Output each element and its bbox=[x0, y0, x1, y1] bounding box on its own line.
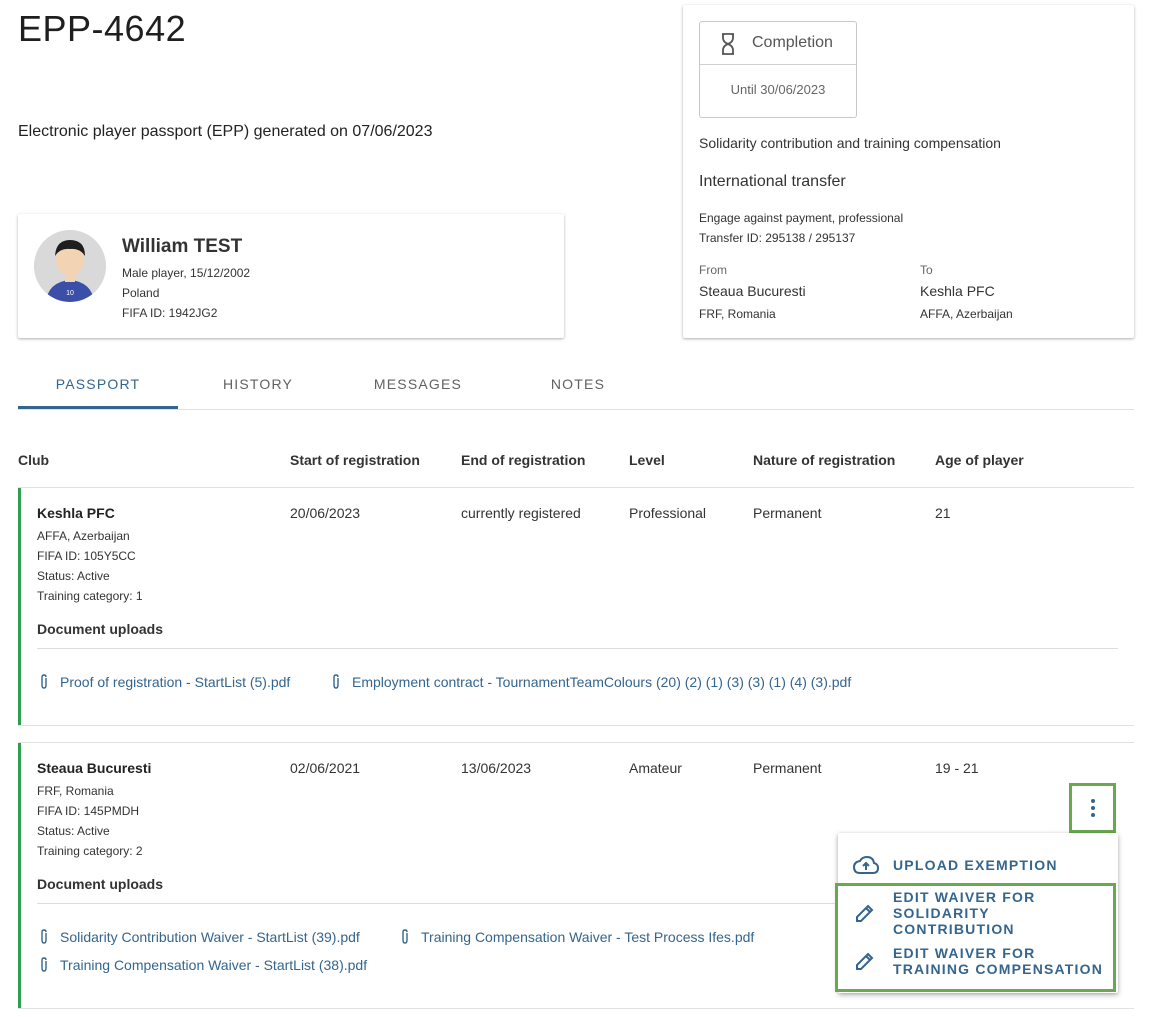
more-vert-icon bbox=[1091, 813, 1095, 817]
tab-notes[interactable]: NOTES bbox=[498, 376, 658, 392]
svg-text:10: 10 bbox=[66, 290, 74, 297]
row-club-status: Status: Active bbox=[37, 824, 110, 838]
row-age: 21 bbox=[935, 505, 951, 521]
transfer-id: Transfer ID: 295138 / 295137 bbox=[699, 231, 856, 245]
row-club-status: Status: Active bbox=[37, 569, 110, 583]
row-divider bbox=[18, 1008, 1134, 1009]
to-assoc: AFFA, Azerbaijan bbox=[920, 307, 1013, 321]
tab-messages[interactable]: MESSAGES bbox=[338, 376, 498, 392]
hourglass-icon bbox=[722, 33, 734, 55]
document-uploads-title: Document uploads bbox=[37, 876, 164, 892]
document-link[interactable]: Solidarity Contribution Waiver - StartLi… bbox=[60, 929, 360, 945]
row-end: currently registered bbox=[461, 505, 581, 521]
more-vert-icon bbox=[1091, 799, 1095, 803]
menu-item-label: UPLOAD EXEMPTION bbox=[893, 857, 1058, 873]
column-header-nature: Nature of registration bbox=[753, 452, 896, 468]
column-header-level: Level bbox=[629, 452, 665, 468]
player-avatar: 10 bbox=[34, 230, 106, 302]
paperclip-icon bbox=[41, 674, 47, 689]
row-club-training: Training category: 2 bbox=[37, 844, 143, 858]
solidarity-text: Solidarity contribution and training com… bbox=[699, 135, 1001, 151]
tab-history[interactable]: HISTORY bbox=[178, 376, 338, 392]
tab-passport[interactable]: PASSPORT bbox=[18, 376, 178, 392]
column-header-age: Age of player bbox=[935, 452, 1024, 468]
document-link[interactable]: Proof of registration - StartList (5).pd… bbox=[60, 674, 290, 690]
row-level: Amateur bbox=[629, 760, 682, 776]
player-name: William TEST bbox=[122, 236, 243, 257]
more-options-button[interactable] bbox=[1069, 783, 1116, 833]
player-card: 10 William TEST Male player, 15/12/2002 … bbox=[18, 214, 564, 338]
document-divider bbox=[37, 648, 1118, 649]
column-header-club: Club bbox=[18, 452, 50, 468]
from-label: From bbox=[699, 263, 727, 277]
row-age: 19 - 21 bbox=[935, 760, 979, 776]
paperclip-icon bbox=[333, 674, 339, 689]
document-link[interactable]: Training Compensation Waiver - Test Proc… bbox=[421, 929, 754, 945]
menu-item-upload-exemption[interactable]: UPLOAD EXEMPTION bbox=[838, 847, 1118, 881]
document-link[interactable]: Training Compensation Waiver - StartList… bbox=[60, 957, 367, 973]
from-club: Steaua Bucuresti bbox=[699, 283, 806, 299]
paperclip-icon bbox=[41, 929, 47, 944]
completion-until: Until 30/06/2023 bbox=[730, 82, 826, 97]
row-nature: Permanent bbox=[753, 505, 822, 521]
completion-header: Completion bbox=[700, 22, 856, 65]
player-fifa-id: FIFA ID: 1942JG2 bbox=[122, 306, 218, 320]
column-header-end: End of registration bbox=[461, 452, 586, 468]
to-label: To bbox=[920, 263, 933, 277]
row-end: 13/06/2023 bbox=[461, 760, 532, 776]
row-club-training: Training category: 1 bbox=[37, 589, 143, 603]
cloud-upload-icon bbox=[853, 855, 879, 874]
player-avatar-icon: 10 bbox=[34, 230, 106, 302]
tab-divider bbox=[18, 409, 1134, 410]
row-club-assoc: FRF, Romania bbox=[37, 784, 114, 798]
to-club: Keshla PFC bbox=[920, 283, 995, 299]
page-title: EPP-4642 bbox=[18, 8, 187, 49]
row-start: 02/06/2021 bbox=[290, 760, 361, 776]
paperclip-icon bbox=[402, 929, 408, 944]
document-divider bbox=[37, 903, 837, 904]
document-uploads-title: Document uploads bbox=[37, 621, 164, 637]
transfer-card: Completion Until 30/06/2023 Solidarity c… bbox=[683, 5, 1134, 338]
document-link[interactable]: Employment contract - TournamentTeamColo… bbox=[352, 674, 851, 690]
more-vert-icon bbox=[1091, 806, 1095, 810]
completion-label: Completion bbox=[752, 34, 833, 51]
paperclip-icon bbox=[41, 957, 47, 972]
completion-status-box: Completion Until 30/06/2023 bbox=[699, 21, 857, 118]
row-divider bbox=[18, 725, 1134, 726]
transfer-detail: Engage against payment, professional bbox=[699, 211, 904, 225]
row-start: 20/06/2023 bbox=[290, 505, 361, 521]
row-club-assoc: AFFA, Azerbaijan bbox=[37, 529, 130, 543]
row-club-name: Keshla PFC bbox=[37, 505, 115, 521]
transfer-type: International transfer bbox=[699, 173, 846, 190]
column-header-start: Start of registration bbox=[290, 452, 420, 468]
row-club-fifa-id: FIFA ID: 145PMDH bbox=[37, 804, 140, 818]
row-nature: Permanent bbox=[753, 760, 822, 776]
row-club-name: Steaua Bucuresti bbox=[37, 760, 152, 776]
player-gender-dob: Male player, 15/12/2002 bbox=[122, 266, 251, 280]
player-country: Poland bbox=[122, 286, 160, 300]
highlight-box bbox=[835, 883, 1116, 992]
from-assoc: FRF, Romania bbox=[699, 307, 776, 321]
row-club-fifa-id: FIFA ID: 105Y5CC bbox=[37, 549, 136, 563]
generated-text: Electronic player passport (EPP) generat… bbox=[18, 123, 433, 140]
row-level: Professional bbox=[629, 505, 707, 521]
